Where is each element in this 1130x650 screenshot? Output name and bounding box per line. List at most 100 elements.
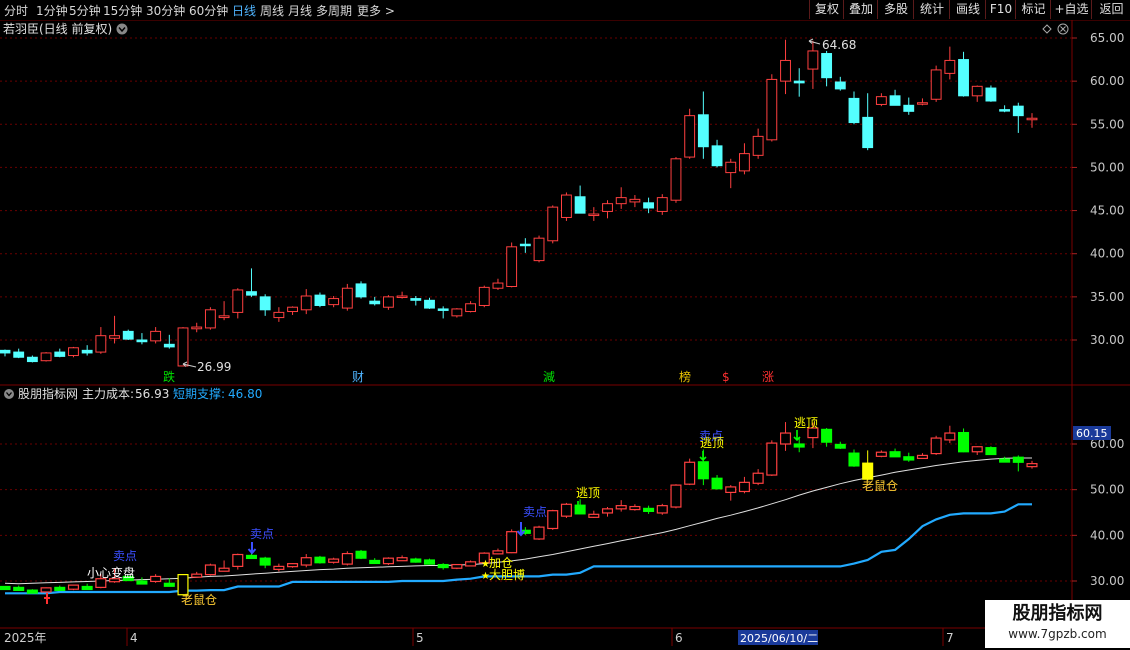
title-dropdown-icon[interactable] [116,23,128,35]
candle [739,143,750,175]
candle [547,205,559,244]
indicator-tick-label: 40.00 [1090,528,1124,542]
indicator-name[interactable]: 股朋指标网 [18,386,78,401]
indicator-bar [67,584,79,591]
candle [985,85,997,102]
candle [382,295,394,310]
indicator-bar [875,450,887,458]
candle [163,334,175,349]
grid-lines [0,37,1072,582]
candle [766,74,778,142]
indicator-bar [766,440,778,476]
indicator-bar [287,563,299,568]
price-tick-label: 50.00 [1090,160,1124,174]
candle [424,297,435,309]
indicator-bar [656,503,668,515]
indicator-bar [916,453,928,460]
indicator-bar [958,428,970,453]
svg-text:★: ★ [481,571,490,582]
candle [54,348,66,358]
indicator-tick-label: 30.00 [1090,574,1124,588]
time-label-jun: 6 [675,631,683,645]
price-tick-label: 60.00 [1090,74,1124,88]
candle [999,105,1011,113]
candle [684,108,696,159]
candle [889,89,901,106]
watermark-url: www.7gpzb.com [1008,627,1107,641]
event-marker-zhang[interactable]: 涨 [762,369,774,384]
event-marker-cai[interactable]: 财 [352,370,364,384]
candle [300,289,312,315]
candle [656,194,668,215]
event-marker-die[interactable]: 跌 [163,369,175,384]
indicator-settings-icon[interactable] [4,389,14,399]
price-tick-label: 55.00 [1090,117,1124,131]
indicator-bar [889,448,901,458]
candle [752,128,764,159]
candle [697,91,709,159]
signal-dadanbo: 大胆博 [489,567,525,582]
indicator-bar [328,557,340,564]
indicator-bar [684,458,696,486]
indicator-bar [13,585,25,591]
indicator-bar [273,563,285,572]
candle [725,158,737,189]
event-marker-dollar[interactable]: $ [722,370,730,384]
candle [834,76,846,91]
candle [862,93,874,151]
price-tick-label: 40.00 [1090,247,1124,261]
svg-text:★: ★ [481,559,490,570]
candle [465,301,477,313]
indicator-bar [574,499,586,515]
top-arrow-icon [699,451,707,462]
indicator-bar [834,441,846,450]
indicator-bar [314,555,326,564]
main-cost-label: 主力成本: [82,387,134,401]
indicator-bar [191,571,203,578]
candle [519,238,531,253]
price-tick-label: 35.00 [1090,290,1124,304]
candle [177,327,189,367]
indicator-bar [437,563,449,570]
candle [451,308,463,318]
close-icon[interactable] [1057,23,1069,35]
candle [793,68,805,97]
kline-chart[interactable]: 65.00 60.00 55.00 50.00 45.00 40.00 35.00 30.00… [0,0,1130,650]
price-tick-label: 30.00 [1090,333,1124,347]
time-label-may: 5 [416,631,424,645]
candle [314,292,326,308]
candle [26,355,38,363]
candle [95,327,107,354]
main-cost-value: 56.93 [135,387,169,401]
short-support-value: 46.80 [228,387,262,401]
candle [109,315,120,344]
candle [369,296,381,306]
candle [150,327,162,344]
candle [588,207,600,221]
candle [807,40,819,89]
indicator-bar [423,558,436,565]
candle [848,91,860,125]
indicator-bar [40,587,52,593]
signal-taoding-2: 逃顶 [700,436,724,450]
indicator-bar [465,560,477,567]
indicator-bar [506,529,518,554]
indicator-bar [218,560,230,572]
candle [81,345,93,356]
candle [903,97,915,115]
watermark: 股朋指标网 www.7gpzb.com [985,600,1130,648]
indicator-bar [670,484,682,509]
indicator-bar [930,435,942,455]
svg-text:26.99: 26.99 [197,360,231,374]
event-marker-bang[interactable]: 榜 [679,369,691,384]
indicator-bar [54,585,66,591]
indicator-bar [1012,455,1024,472]
diamond-icon[interactable] [1042,24,1052,34]
indicator-bar [26,589,38,594]
event-marker-jian[interactable]: 減 [543,369,555,384]
svg-text:60.15: 60.15 [1076,427,1108,440]
main-chart-title[interactable]: 若羽臣(日线 前复权) [3,21,112,36]
indicator-bar [369,558,381,565]
low-price-annotation: 26.99 [182,360,231,374]
time-label-year: 2025年 [4,631,47,645]
